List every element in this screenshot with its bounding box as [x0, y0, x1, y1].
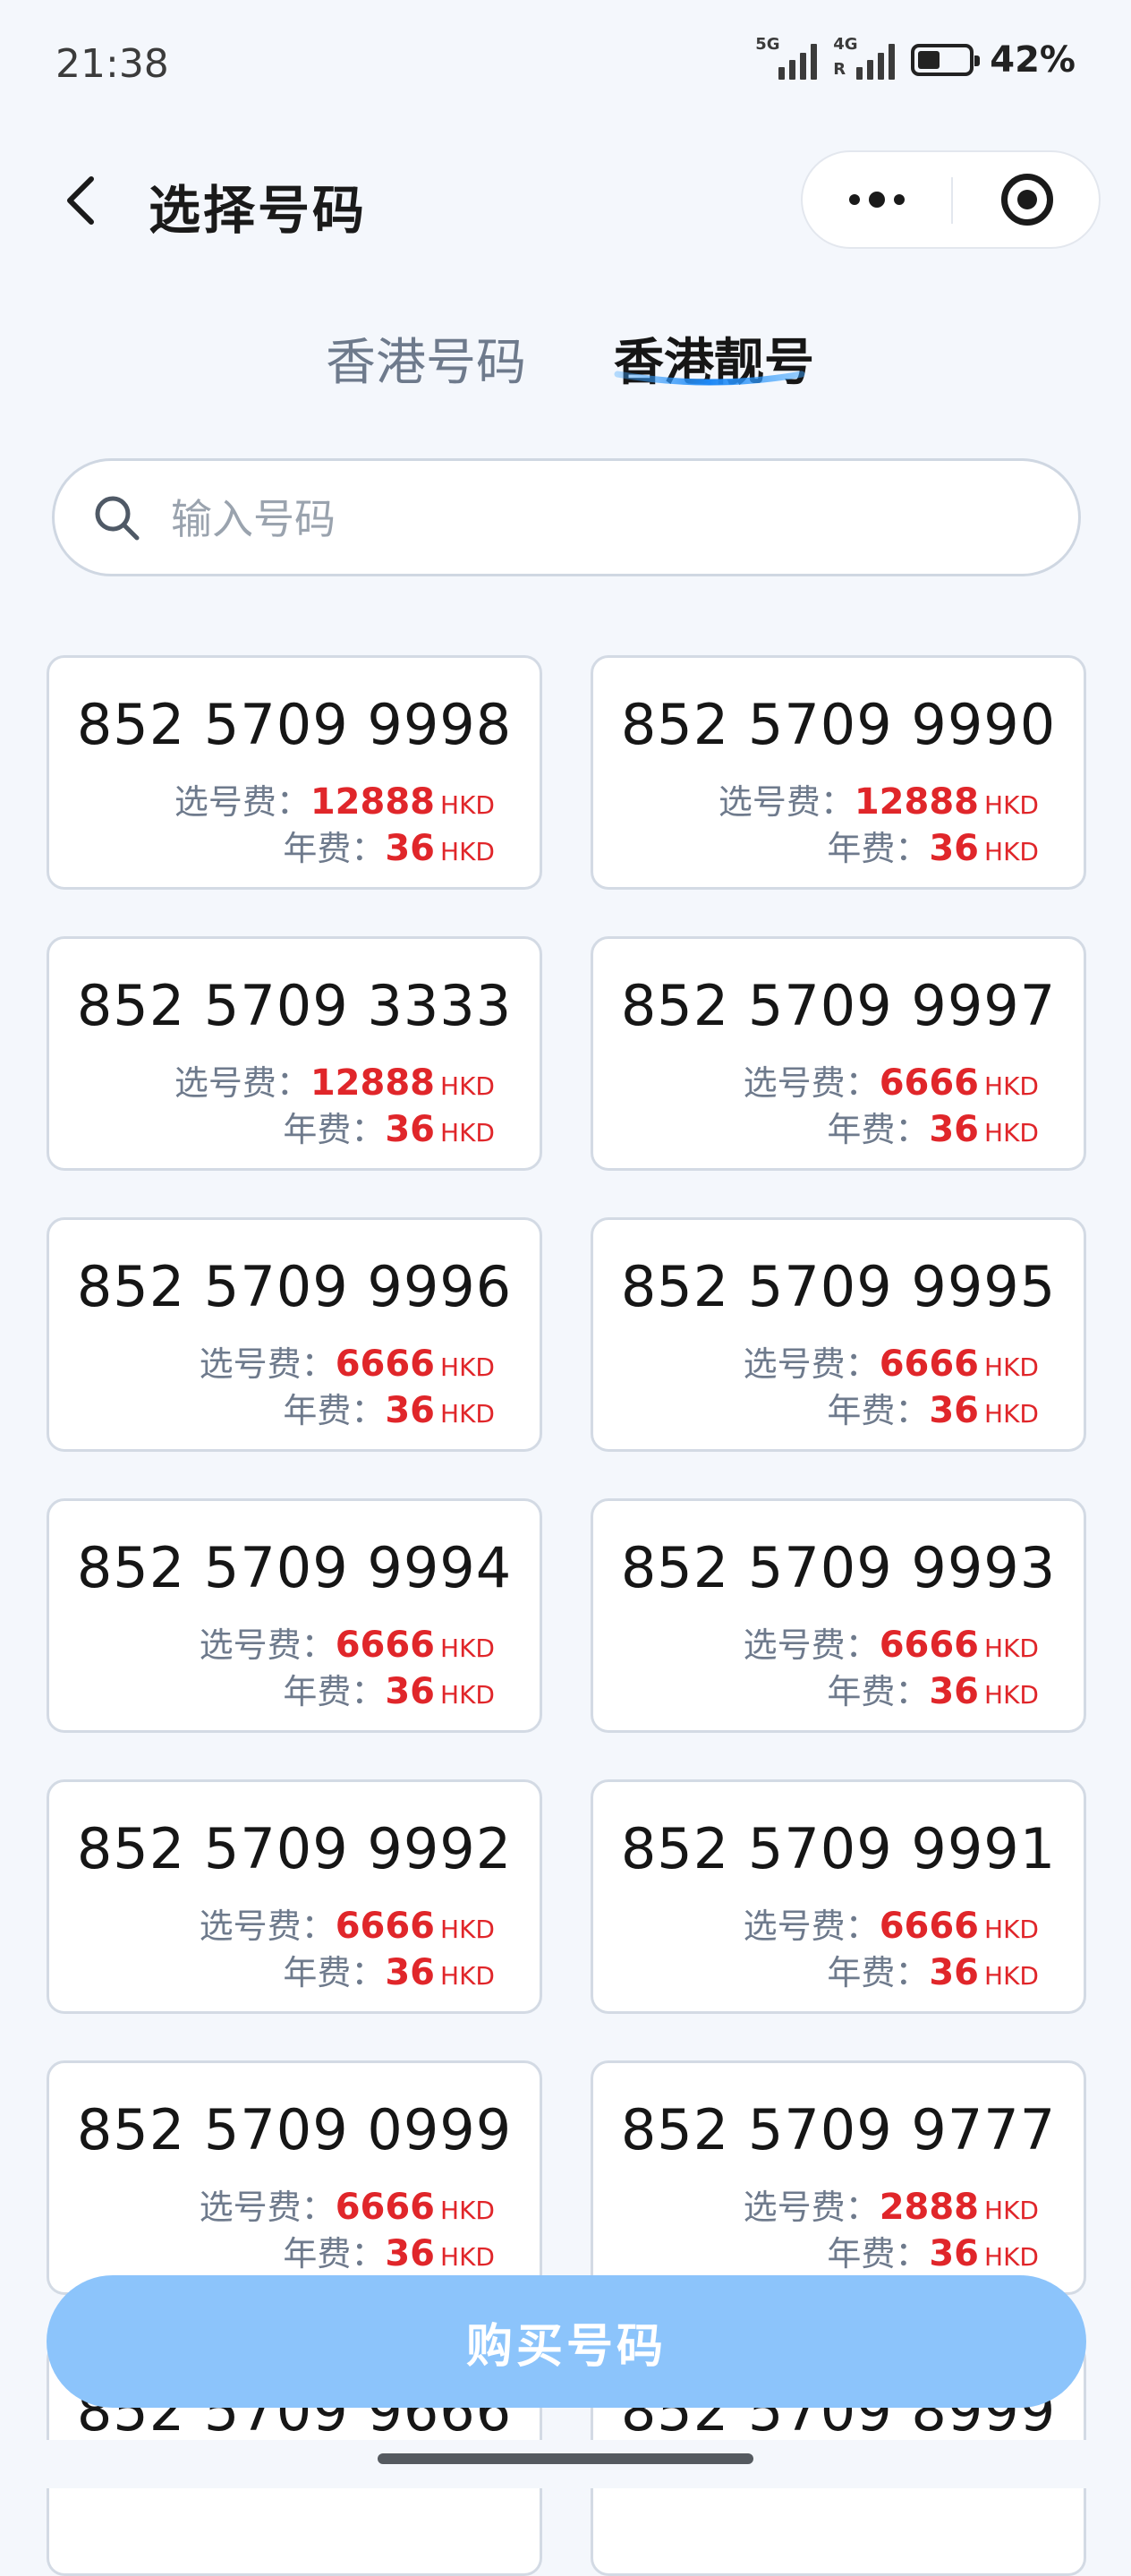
selection-fee: 选号费：6666 HKD: [199, 1906, 495, 1947]
annual-fee: 年费：36 HKD: [283, 1109, 495, 1150]
annual-fee: 年费：36 HKD: [827, 2233, 1039, 2274]
search-input[interactable]: [169, 482, 1050, 556]
selection-fee: 选号费：6666 HKD: [743, 1625, 1039, 1666]
annual-fee: 年费：36 HKD: [827, 828, 1039, 869]
annual-fee: 年费：36 HKD: [827, 1952, 1039, 1993]
bottom-safe-area: [0, 2440, 1131, 2488]
phone-number: 852 5709 9998: [76, 692, 513, 757]
number-card[interactable]: 852 5709 9993 选号费：6666 HKD 年费：36 HKD: [591, 1498, 1086, 1733]
battery-icon: [911, 44, 981, 76]
active-tab-indicator: [614, 371, 805, 386]
page-title: 选择号码: [149, 180, 368, 241]
selection-fee: 选号费：6666 HKD: [743, 1906, 1039, 1947]
signal-5g-icon: 5G: [755, 35, 818, 80]
more-dots-icon: [849, 194, 860, 205]
selection-fee: 选号费：6666 HKD: [743, 1062, 1039, 1104]
phone-number: 852 5709 9994: [76, 1535, 513, 1600]
phone-number: 852 5709 9777: [620, 2097, 1057, 2162]
number-card[interactable]: 852 5709 9996 选号费：6666 HKD 年费：36 HKD: [47, 1217, 542, 1452]
chevron-left-icon: [67, 176, 94, 225]
phone-number: 852 5709 9991: [620, 1816, 1057, 1881]
selection-fee: 选号费：6666 HKD: [199, 1343, 495, 1385]
selection-fee: 选号费：12888 HKD: [174, 1062, 495, 1104]
number-card[interactable]: 852 5709 9995 选号费：6666 HKD 年费：36 HKD: [591, 1217, 1086, 1452]
buy-number-button[interactable]: 购买号码: [47, 2275, 1086, 2408]
number-card[interactable]: 852 5709 0999 选号费：6666 HKD 年费：36 HKD: [47, 2060, 542, 2295]
number-card[interactable]: 852 5709 9994 选号费：6666 HKD 年费：36 HKD: [47, 1498, 542, 1733]
number-card[interactable]: 852 5709 9990 选号费：12888 HKD 年费：36 HKD: [591, 655, 1086, 890]
miniprogram-capsule: [801, 150, 1101, 249]
number-card[interactable]: 852 5709 9991 选号费：6666 HKD 年费：36 HKD: [591, 1779, 1086, 2014]
status-indicators: 5G 4G R 42%: [755, 35, 1076, 81]
phone-number: 852 5709 9992: [76, 1816, 513, 1881]
signal-4g-icon: 4G R: [833, 35, 896, 80]
annual-fee: 年费：36 HKD: [283, 1390, 495, 1431]
annual-fee: 年费：36 HKD: [283, 1671, 495, 1712]
selection-fee: 选号费：12888 HKD: [174, 781, 495, 823]
annual-fee: 年费：36 HKD: [283, 828, 495, 869]
selection-fee: 选号费：6666 HKD: [199, 2187, 495, 2228]
phone-number: 852 5709 9996: [76, 1254, 513, 1319]
signal-5g-label: 5G: [755, 35, 780, 54]
phone-number: 852 5709 9990: [620, 692, 1057, 757]
annual-fee: 年费：36 HKD: [283, 2233, 495, 2274]
selection-fee: 选号费：6666 HKD: [199, 1625, 495, 1666]
selection-fee: 选号费：2888 HKD: [743, 2187, 1039, 2228]
tab-hk-number[interactable]: 香港号码: [326, 322, 526, 395]
roaming-label: R: [833, 60, 846, 79]
selection-fee: 选号费：6666 HKD: [743, 1343, 1039, 1385]
search-bar[interactable]: [52, 458, 1081, 576]
phone-number: 852 5709 3333: [76, 973, 513, 1038]
phone-number: 852 5709 9995: [620, 1254, 1057, 1319]
signal-4g-label: 4G: [833, 35, 858, 54]
search-icon: [95, 496, 140, 541]
back-button[interactable]: [55, 168, 106, 233]
annual-fee: 年费：36 HKD: [827, 1671, 1039, 1712]
close-miniprogram-button[interactable]: [953, 152, 1101, 247]
selection-fee: 选号费：12888 HKD: [718, 781, 1039, 823]
phone-number: 852 5709 0999: [76, 2097, 513, 2162]
number-card[interactable]: 852 5709 3333 选号费：12888 HKD 年费：36 HKD: [47, 936, 542, 1171]
annual-fee: 年费：36 HKD: [827, 1109, 1039, 1150]
number-card[interactable]: 852 5709 9998 选号费：12888 HKD 年费：36 HKD: [47, 655, 542, 890]
number-card[interactable]: 852 5709 9777 选号费：2888 HKD 年费：36 HKD: [591, 2060, 1086, 2295]
annual-fee: 年费：36 HKD: [827, 1390, 1039, 1431]
phone-number: 852 5709 9997: [620, 973, 1057, 1038]
phone-number: 852 5709 9993: [620, 1535, 1057, 1600]
home-indicator[interactable]: [378, 2453, 753, 2464]
target-close-icon: [1000, 174, 1053, 226]
number-card[interactable]: 852 5709 9997 选号费：6666 HKD 年费：36 HKD: [591, 936, 1086, 1171]
annual-fee: 年费：36 HKD: [283, 1952, 495, 1993]
battery-percent: 42%: [990, 39, 1076, 81]
status-bar: 21:38 5G 4G R 42%: [0, 0, 1131, 134]
more-menu-button[interactable]: [803, 152, 951, 247]
number-card[interactable]: 852 5709 9992 选号费：6666 HKD 年费：36 HKD: [47, 1779, 542, 2014]
status-time: 21:38: [55, 41, 169, 87]
